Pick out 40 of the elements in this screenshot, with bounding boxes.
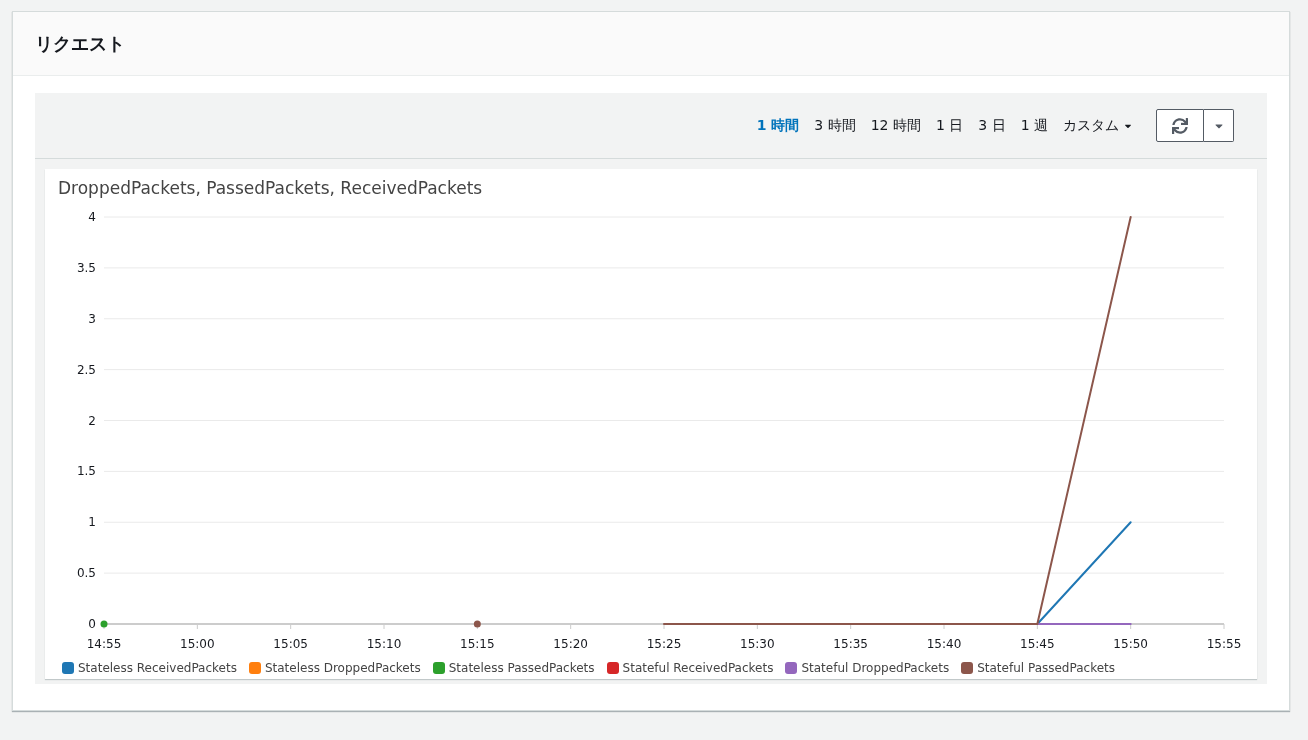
x-tick-label: 15:20 <box>553 637 588 651</box>
legend-label: Stateful PassedPackets <box>977 661 1115 675</box>
x-tick-label: 14:55 <box>86 637 122 651</box>
x-tick-label: 15:25 <box>646 637 682 651</box>
y-tick-label: 1.5 <box>76 464 96 479</box>
time-range-option[interactable]: 3 時間 <box>814 116 856 135</box>
x-tick-label: 15:05 <box>273 637 308 651</box>
y-tick-label: 1 <box>88 515 96 530</box>
refresh-button[interactable] <box>1156 109 1204 142</box>
x-tick-label: 15:10 <box>366 637 402 651</box>
time-range-option[interactable]: 1 週 <box>1020 116 1048 135</box>
x-tick-label: 15:15 <box>460 637 495 651</box>
legend-label: Stateless DroppedPackets <box>264 661 421 675</box>
x-tick-label: 15:00 <box>180 637 215 651</box>
legend-label: Stateful ReceivedPackets <box>622 661 774 675</box>
x-tick-label: 15:30 <box>740 637 775 651</box>
refresh-icon <box>1172 117 1188 134</box>
y-tick-label: 2.5 <box>76 362 96 377</box>
x-tick-label: 15:35 <box>833 637 868 651</box>
x-tick-label: 15:45 <box>1020 637 1055 651</box>
legend-label: Stateless ReceivedPackets <box>78 661 237 675</box>
custom-range-dropdown[interactable]: カスタム <box>1063 116 1133 135</box>
y-tick-label: 3 <box>88 311 96 326</box>
time-range-option[interactable]: 1 日 <box>935 116 964 135</box>
time-range-option[interactable]: 12 時間 <box>870 116 921 135</box>
y-tick-label: 3.5 <box>76 260 96 275</box>
y-tick-label: 4 <box>88 210 96 224</box>
y-tick-label: 0 <box>88 617 96 631</box>
x-tick-label: 15:40 <box>926 637 962 651</box>
time-range-option[interactable]: 1 時間 <box>756 116 800 135</box>
panel-title: リクエスト <box>35 31 125 56</box>
legend-label: Stateful DroppedPackets <box>801 661 950 675</box>
y-tick-label: 0.5 <box>76 566 96 581</box>
y-tick-label: 2 <box>88 413 96 428</box>
x-tick-label: 15:50 <box>1113 637 1148 651</box>
x-tick-label: 15:55 <box>1206 637 1242 651</box>
chart-title: DroppedPackets, PassedPackets, ReceivedPackets <box>57 177 484 200</box>
legend-label: Stateless PassedPackets <box>448 661 595 675</box>
refresh-options-button[interactable] <box>1204 109 1234 142</box>
time-range-option[interactable]: 3 日 <box>978 116 1006 135</box>
